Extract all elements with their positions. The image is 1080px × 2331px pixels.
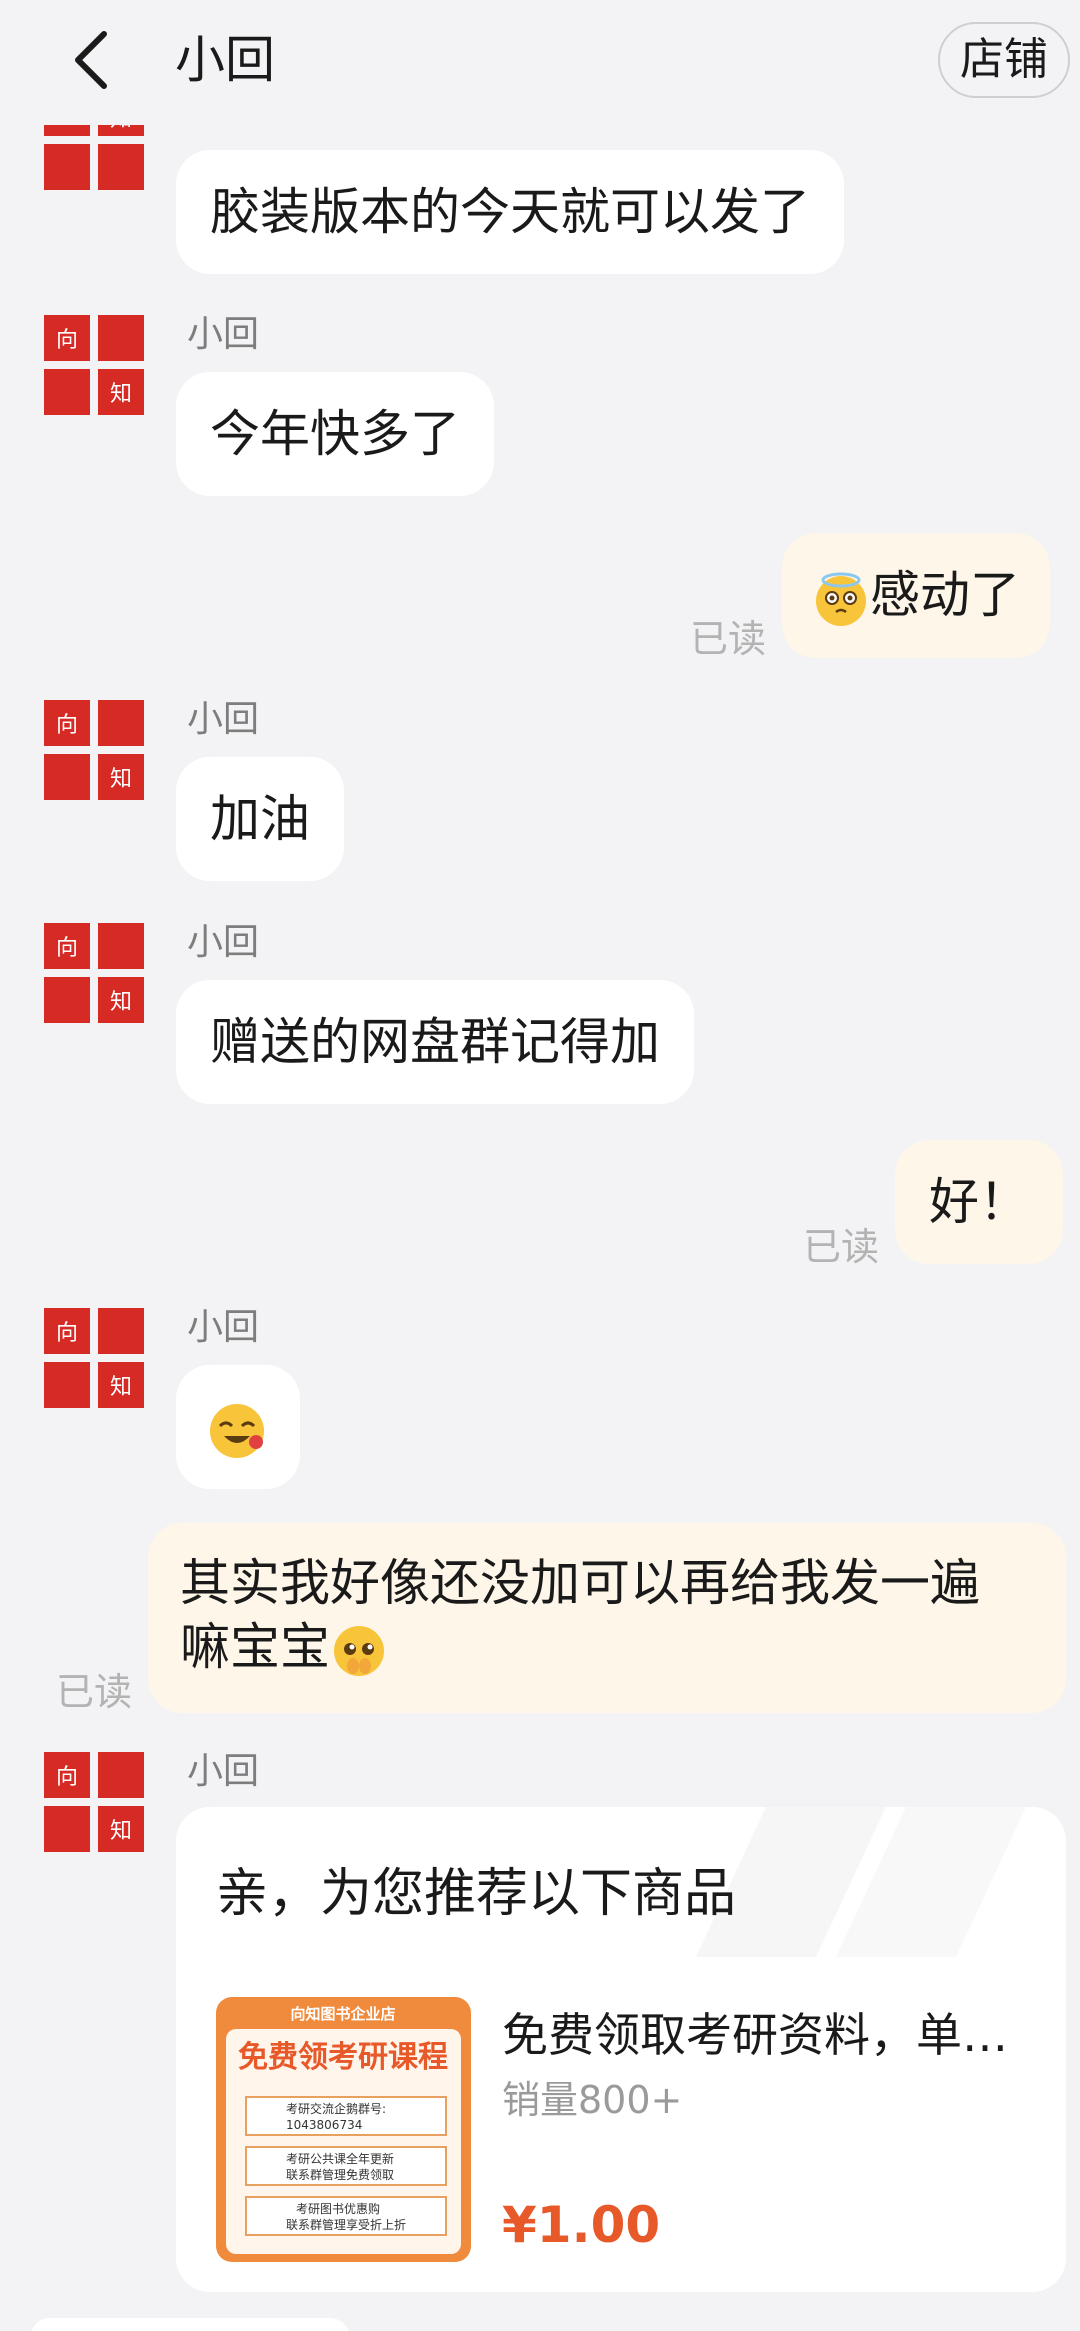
sender-name: 小回 — [187, 1751, 260, 1792]
message-bubble[interactable] — [176, 1365, 300, 1489]
shop-avatar[interactable]: 向 知 — [44, 315, 144, 415]
message-text: 其实我好像还没加可以再给我发一遍 — [180, 1554, 980, 1612]
svg-text:联系群管理享受折上折: 联系群管理享受折上折 — [286, 2217, 406, 2232]
seal-char: 知 — [110, 1375, 132, 1400]
read-receipt: 已读 — [690, 617, 767, 661]
svg-text:联系群管理免费领取: 联系群管理免费领取 — [286, 2167, 394, 2182]
message-bubble[interactable]: 今年快多了 — [176, 372, 494, 496]
seal-char: 知 — [110, 767, 132, 792]
thumb-headline: 免费领考研课程 — [238, 2040, 448, 2075]
message-text: 赠送的网盘群记得加 — [210, 1013, 660, 1071]
product-title: 免费领取考研资料，单… — [502, 2008, 1008, 2062]
message-list[interactable]: 知 胶装版本的今天就可以发了 向 知 小回 今年快多了 已读 感动了 — [0, 0, 1080, 2331]
message-text: 胶装版本的今天就可以发了 — [210, 183, 810, 241]
seal-char: 向 — [56, 328, 78, 353]
back-arrow-icon[interactable] — [64, 28, 124, 92]
message-text-line2: 嘛宝宝 — [180, 1615, 1034, 1680]
seal-char: 知 — [110, 382, 132, 407]
svg-text:考研交流企鹅群号:: 考研交流企鹅群号: — [286, 2101, 386, 2116]
chat-title: 小回 — [175, 31, 275, 89]
product-sales: 销量800+ — [502, 2078, 683, 2122]
message-text: 好！ — [929, 1173, 1029, 1231]
shop-avatar[interactable]: 向 知 — [44, 923, 144, 1023]
seal-char: 知 — [110, 990, 132, 1015]
seal-char: 向 — [56, 1321, 78, 1346]
pleading-face-emoji — [334, 1625, 384, 1676]
message-bubble[interactable]: 赠送的网盘群记得加 — [176, 980, 694, 1104]
message-bubble[interactable]: 其实我好像还没加可以再给我发一遍 嘛宝宝 — [148, 1523, 1066, 1713]
seal-char: 知 — [110, 1819, 132, 1844]
read-receipt: 已读 — [56, 1670, 133, 1714]
shop-avatar[interactable]: 向 知 — [44, 1752, 144, 1852]
message-text: 感动了 — [870, 566, 1020, 624]
sender-name: 小回 — [187, 699, 260, 740]
message-text: 今年快多了 — [210, 405, 460, 463]
message-bubble[interactable]: 好！ — [895, 1140, 1063, 1264]
next-message-bubble[interactable] — [30, 2318, 350, 2331]
shop-avatar[interactable]: 向 知 — [44, 700, 144, 800]
card-heading: 亲，为您推荐以下商品 — [216, 1864, 737, 1924]
chat-header: 小回 店铺 — [0, 0, 1080, 125]
seal-char: 向 — [56, 713, 78, 738]
laughing-face-emoji — [210, 1403, 264, 1458]
svg-text:考研公共课全年更新: 考研公共课全年更新 — [286, 2151, 394, 2166]
read-receipt: 已读 — [803, 1225, 880, 1269]
message-bubble[interactable]: 加油 — [176, 757, 344, 881]
moved-face-emoji — [816, 572, 866, 626]
sender-name: 小回 — [187, 314, 260, 355]
svg-text:考研图书优惠购: 考研图书优惠购 — [296, 2201, 380, 2216]
seal-char: 向 — [56, 1765, 78, 1790]
shop-button[interactable]: 店铺 — [938, 22, 1070, 98]
product-recommendation-card[interactable]: 亲，为您推荐以下商品 向知图书企业店 免费领考研课程 考研交流企鹅群号: 104… — [176, 1807, 1066, 2292]
message-bubble[interactable]: 胶装版本的今天就可以发了 — [176, 150, 844, 274]
shop-avatar[interactable]: 向 知 — [44, 1308, 144, 1408]
message-bubble[interactable]: 感动了 — [782, 533, 1050, 658]
message-text: 加油 — [210, 790, 310, 848]
svg-text:1043806734: 1043806734 — [286, 2118, 362, 2132]
sender-name: 小回 — [187, 922, 260, 963]
product-price: ¥1.00 — [502, 2196, 661, 2254]
product-thumbnail[interactable]: 向知图书企业店 免费领考研课程 考研交流企鹅群号: 1043806734 考研公… — [216, 1997, 471, 2262]
sender-name: 小回 — [187, 1307, 260, 1348]
seal-char: 向 — [56, 936, 78, 961]
thumb-store-name: 向知图书企业店 — [290, 2005, 395, 2023]
